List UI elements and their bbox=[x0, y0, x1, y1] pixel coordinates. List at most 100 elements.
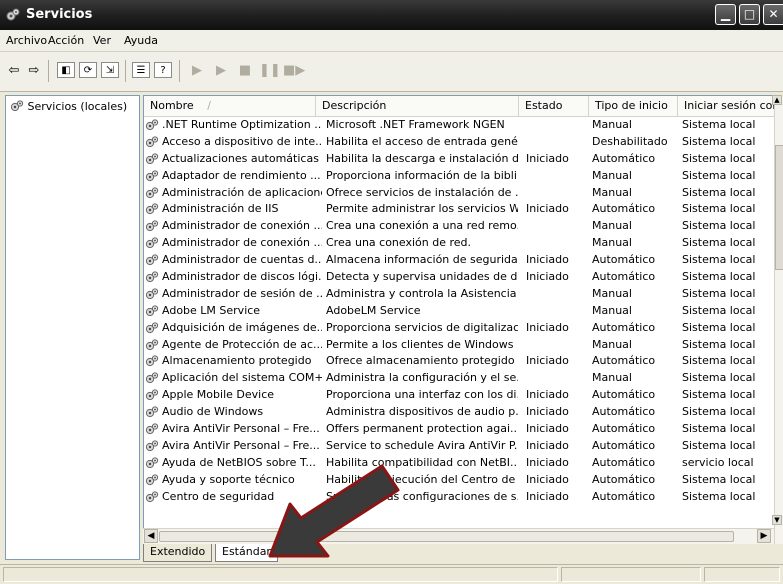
table-row[interactable]: Avira AntiVir Personal – Fre... Service t… bbox=[144, 438, 769, 455]
service-logon-text: Sistema local bbox=[682, 118, 756, 131]
service-startup-type-text: Automático bbox=[592, 354, 656, 368]
refresh-icon[interactable]: ⟳ bbox=[79, 62, 97, 78]
table-row[interactable]: Administrador de discos lógi... Detecta y… bbox=[144, 269, 769, 286]
back-arrow-icon[interactable]: ⇦ bbox=[4, 62, 24, 80]
menu-ayuda[interactable]: Ayuda bbox=[124, 34, 158, 47]
pause-service-icon[interactable]: ❚❚ bbox=[259, 62, 281, 80]
service-gear-icon bbox=[145, 406, 159, 418]
tree-item-services-local[interactable]: Servicios (locales) bbox=[10, 99, 127, 113]
column-header-tipo-inicio[interactable]: Tipo de inicio bbox=[589, 96, 678, 116]
service-status: Iniciado bbox=[526, 252, 591, 269]
help-icon[interactable]: ? bbox=[154, 62, 172, 78]
table-row[interactable]: Almacenamiento protegido Ofrece almacenam… bbox=[144, 353, 769, 370]
service-logon: Sistema local bbox=[682, 489, 772, 506]
vertical-scroll-thumb[interactable] bbox=[775, 145, 783, 270]
service-logon-text: Sistema local bbox=[682, 438, 756, 452]
table-row[interactable]: Administrador de sesión de ... Administra… bbox=[144, 286, 769, 303]
service-name: Avira AntiVir Personal – Fre... bbox=[144, 438, 322, 455]
service-name: Administración de IIS bbox=[144, 201, 322, 218]
service-description-text: Permite a los clientes de Windows ... bbox=[326, 337, 518, 351]
service-name-text: Aplicación del sistema COM+ bbox=[162, 371, 322, 385]
table-row[interactable]: Adobe LM Service AdobeLM Service Manual Sis… bbox=[144, 303, 769, 320]
scroll-right-icon[interactable]: ▶ bbox=[757, 529, 771, 543]
forward-arrow-icon[interactable]: ⇨ bbox=[24, 62, 44, 80]
export-list-icon[interactable]: ⇲ bbox=[101, 62, 119, 78]
table-row[interactable]: Administrador de conexión ... Crea una co… bbox=[144, 235, 769, 252]
service-status-text: Iniciado bbox=[526, 270, 569, 284]
start-service-alt-icon[interactable]: ▶ bbox=[211, 62, 231, 80]
service-name: Almacenamiento protegido bbox=[144, 353, 322, 370]
tab-extendido[interactable]: Extendido bbox=[143, 544, 213, 562]
table-row[interactable]: Administrador de conexión ... Crea una co… bbox=[144, 218, 769, 235]
table-row[interactable]: Agente de Protección de ac... Permite a l… bbox=[144, 337, 769, 354]
service-startup-type: Automático bbox=[592, 252, 678, 269]
service-description-text: Habilita el acceso de entrada gené... bbox=[326, 134, 518, 148]
table-row[interactable]: Administración de aplicaciones Ofrece ser… bbox=[144, 185, 769, 202]
service-gear-icon bbox=[145, 457, 159, 468]
menu-ver[interactable]: Ver bbox=[93, 34, 111, 47]
column-header-iniciar-sesion[interactable]: Iniciar sesión com bbox=[678, 96, 783, 116]
minimize-button[interactable]: ▁ bbox=[715, 4, 736, 25]
table-row[interactable]: Centro de seguridad Supervisa las configu… bbox=[144, 489, 769, 506]
table-row[interactable]: Ayuda de NetBIOS sobre T... Habilita comp… bbox=[144, 455, 769, 472]
service-startup-type-text: Automático bbox=[592, 405, 656, 419]
table-row[interactable]: .NET Runtime Optimization ... Microsoft .… bbox=[144, 117, 769, 134]
service-description-text: Administra dispositivos de audio p... bbox=[326, 405, 518, 419]
service-startup-type-text: Manual bbox=[592, 286, 632, 300]
service-startup-type: Automático bbox=[592, 387, 678, 404]
service-gear-icon bbox=[145, 322, 159, 333]
service-startup-type-text: Manual bbox=[592, 371, 632, 385]
table-row[interactable]: Adaptador de rendimiento ... Proporciona … bbox=[144, 168, 769, 185]
table-row[interactable]: Administración de IIS Permite administrar… bbox=[144, 201, 769, 218]
horizontal-scrollbar[interactable]: ◀ ▶ bbox=[143, 528, 774, 544]
show-hide-tree-icon[interactable]: ◧ bbox=[57, 62, 75, 78]
tab-estandar[interactable]: Estándar bbox=[215, 544, 278, 562]
service-description-text: Crea una conexión de red. bbox=[326, 236, 472, 250]
service-logon-text: Sistema local bbox=[682, 422, 756, 436]
table-row[interactable]: Administrador de cuentas d... Almacena in… bbox=[144, 252, 769, 269]
service-name-text: Administrador de conexión ... bbox=[162, 219, 322, 233]
service-logon-text: Sistema local bbox=[682, 354, 756, 368]
vertical-scrollbar[interactable]: ▲ ▼ bbox=[772, 95, 783, 544]
table-row[interactable]: Ayuda y soporte técnico Habilita la ejecu… bbox=[144, 472, 769, 489]
service-name: Administrador de discos lógi... bbox=[144, 269, 322, 286]
maximize-button[interactable]: □ bbox=[739, 4, 760, 25]
table-row[interactable]: Audio de Windows Administra dispositivos … bbox=[144, 404, 769, 421]
service-gear-icon bbox=[145, 254, 159, 266]
table-row[interactable]: Actualizaciones automáticas Habilita la d… bbox=[144, 151, 769, 168]
scroll-down-icon[interactable]: ▼ bbox=[772, 515, 782, 525]
service-logon-text: Sistema local bbox=[682, 270, 756, 284]
service-description: Administra dispositivos de audio p... bbox=[326, 404, 518, 421]
column-header-nombre[interactable]: Nombre / bbox=[144, 96, 316, 116]
service-startup-type-text: Automático bbox=[592, 270, 656, 284]
scroll-left-icon[interactable]: ◀ bbox=[144, 529, 158, 543]
table-row[interactable]: Acceso a dispositivo de inte... Habilita … bbox=[144, 134, 769, 151]
close-button[interactable]: ✕ bbox=[763, 4, 783, 25]
service-startup-type: Manual bbox=[592, 117, 678, 134]
scroll-up-icon[interactable]: ▲ bbox=[772, 95, 782, 105]
menu-archivo[interactable]: Archivo bbox=[6, 34, 47, 47]
service-description: Permite a los clientes de Windows ... bbox=[326, 337, 518, 354]
menu-accion[interactable]: Acción bbox=[48, 34, 84, 47]
horizontal-scroll-thumb[interactable] bbox=[159, 531, 734, 542]
table-row[interactable]: Avira AntiVir Personal – Fre... Offers pe… bbox=[144, 421, 769, 438]
close-icon: ✕ bbox=[768, 7, 779, 21]
view-tabs: Extendido Estándar bbox=[143, 544, 783, 562]
service-logon-text: Sistema local bbox=[682, 320, 756, 334]
service-logon-text: Sistema local bbox=[682, 134, 756, 148]
service-logon-text: Sistema local bbox=[682, 489, 756, 503]
service-startup-type-text: Manual bbox=[592, 236, 632, 250]
table-row[interactable]: Aplicación del sistema COM+ Administra la… bbox=[144, 370, 769, 387]
stop-service-icon[interactable]: ■ bbox=[235, 62, 255, 80]
service-description-text: Administra y controla la Asistencia ... bbox=[326, 286, 518, 300]
service-name-text: Apple Mobile Device bbox=[162, 388, 275, 402]
properties-icon[interactable]: ☰ bbox=[132, 62, 150, 78]
table-row[interactable]: Apple Mobile Device Proporciona una inter… bbox=[144, 387, 769, 404]
restart-service-icon[interactable]: ■▶ bbox=[283, 62, 305, 80]
table-rows: .NET Runtime Optimization ... Microsoft .… bbox=[144, 117, 769, 505]
table-row[interactable]: Adquisición de imágenes de... Proporciona… bbox=[144, 320, 769, 337]
service-status-text: Iniciado bbox=[526, 489, 569, 503]
column-header-descripcion[interactable]: Descripción bbox=[316, 96, 519, 116]
column-header-estado[interactable]: Estado bbox=[519, 96, 589, 116]
start-service-icon[interactable]: ▶ bbox=[187, 62, 207, 80]
